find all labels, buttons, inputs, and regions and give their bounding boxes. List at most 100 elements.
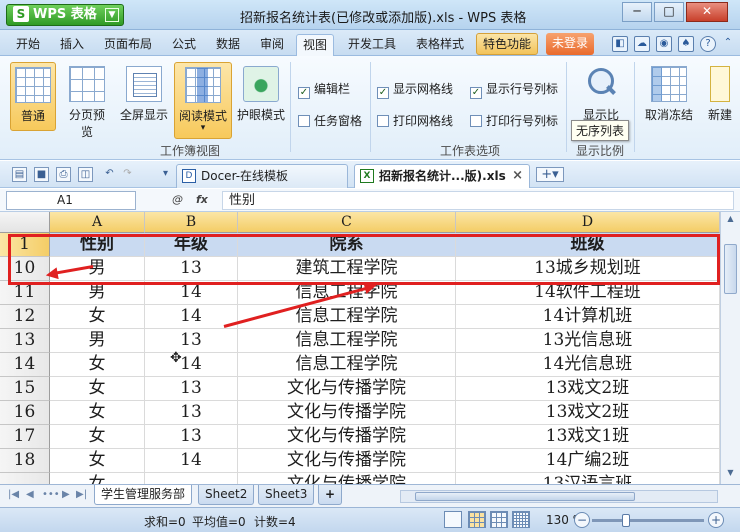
row-header[interactable]: 13 [0,329,50,353]
tab-special-features[interactable]: 特色功能 [476,33,539,55]
column-header-d[interactable]: D [456,212,720,233]
next-sheet-icon[interactable]: ▶ [62,489,70,500]
close-tab-icon[interactable]: × [512,165,523,187]
table-cell[interactable]: 13戏文2班 [456,377,720,401]
table-cell[interactable]: 13 [145,425,238,449]
normal-view-button[interactable]: 普通 [10,62,56,131]
tab-review[interactable]: 审阅 [254,34,290,56]
more-sheets-icon[interactable]: ••• [42,489,60,500]
row-header[interactable]: 16 [0,401,50,425]
vertical-scrollbar[interactable]: ▲ ▼ [720,212,740,484]
row-header[interactable]: 14 [0,353,50,377]
row-header[interactable]: 17 [0,425,50,449]
table-cell[interactable]: 女 [50,449,145,473]
add-sheet-button[interactable]: + [318,485,343,505]
close-button[interactable]: ✕ [686,2,728,22]
table-cell[interactable]: 文化与传播学院 [238,473,456,484]
table-cell[interactable]: 13汉语言班 [456,473,720,484]
table-cell[interactable]: 13 [145,401,238,425]
zoom-in-icon[interactable]: + [708,512,724,528]
sheet-tab-sheet3[interactable]: Sheet3 [258,485,315,505]
help-icon[interactable]: ? [700,36,716,52]
app-menu-button[interactable]: S WPS 表格 ▼ [6,4,124,26]
select-all-corner[interactable] [0,212,50,233]
reading-mode-button[interactable]: 阅读模式 ▾ [174,62,232,139]
function-wizard-icon[interactable]: @ [172,193,183,206]
print-gridlines-checkbox[interactable]: 打印网格线 [377,112,453,129]
page-break-preview-button[interactable]: 分页预览 [60,62,114,146]
row-header[interactable]: 12 [0,305,50,329]
table-cell[interactable]: 女 [50,401,145,425]
table-cell[interactable]: 14广编2班 [456,449,720,473]
layout-icon[interactable] [444,511,462,528]
table-cell[interactable]: 文化与传播学院 [238,449,456,473]
redo-icon[interactable]: ↷ [120,167,135,182]
first-sheet-icon[interactable]: |◀ [8,489,19,500]
eye-protection-button[interactable]: 护眼模式 [232,62,290,129]
column-header-a[interactable]: A [50,212,145,233]
full-screen-button[interactable]: 全屏显示 [116,62,172,129]
table-cell[interactable]: 文化与传播学院 [238,425,456,449]
customize-toolbar-icon[interactable]: ▾ [158,167,173,182]
prev-sheet-icon[interactable]: ◀ [26,489,34,500]
table-cell[interactable]: 女 [50,305,145,329]
cloud-icon[interactable]: ☁ [634,36,650,52]
skin-icon[interactable]: ◧ [612,36,628,52]
zoom-slider-knob[interactable] [622,514,630,527]
table-cell[interactable]: 14 [145,449,238,473]
unfreeze-panes-button[interactable]: 取消冻结 [640,62,698,129]
maximize-button[interactable]: □ [654,2,684,22]
table-cell[interactable]: 女 [50,425,145,449]
print-preview-icon[interactable]: ◫ [78,167,93,182]
sheet-tab-sheet2[interactable]: Sheet2 [198,485,255,505]
column-header-c[interactable]: C [238,212,456,233]
show-gridlines-checkbox[interactable]: ✓ 显示网格线 [377,80,453,99]
zoom-slider[interactable] [592,514,704,527]
row-header[interactable]: 18 [0,449,50,473]
table-cell[interactable]: 文化与传播学院 [238,377,456,401]
open-folder-icon[interactable]: ▤ [12,167,27,182]
show-row-col-checkbox[interactable]: ✓ 显示行号列标 [470,80,558,99]
print-row-col-checkbox[interactable]: 打印行号列标 [470,112,558,129]
minimize-button[interactable]: ─ [622,2,652,22]
table-cell[interactable] [145,473,238,484]
table-cell[interactable]: 14计算机班 [456,305,720,329]
tab-page-layout[interactable]: 页面布局 [98,34,158,56]
table-cell[interactable]: 13戏文2班 [456,401,720,425]
formula-input[interactable]: 性别 [222,191,734,210]
scroll-up-icon[interactable]: ▲ [724,214,737,228]
table-cell[interactable]: 13戏文1班 [456,425,720,449]
column-header-b[interactable]: B [145,212,238,233]
horizontal-scrollbar[interactable] [400,490,718,503]
scroll-down-icon[interactable]: ▼ [724,468,737,482]
table-cell[interactable]: 13光信息班 [456,329,720,353]
table-cell[interactable]: 男 [50,329,145,353]
table-cell[interactable]: 女 [50,473,145,484]
new-window-button[interactable]: 新建 [700,62,740,129]
table-cell[interactable]: 14 [145,353,238,377]
shirt-icon[interactable]: ♠ [678,36,694,52]
sheet-tab-student-services[interactable]: 学生管理服务部 [94,485,193,505]
reading-view-status-icon[interactable] [512,511,530,528]
tab-insert[interactable]: 插入 [54,34,90,56]
tab-workbook[interactable]: X 招新报名统计...版).xls × [354,164,530,188]
ribbon-collapse-icon[interactable]: ⌃ [720,36,736,52]
table-cell[interactable]: 信息工程学院 [238,305,456,329]
palette-icon[interactable]: ◉ [656,36,672,52]
table-cell[interactable]: 女 [50,377,145,401]
normal-view-status-icon[interactable] [468,511,486,528]
save-icon[interactable]: ■ [34,167,49,182]
tab-view[interactable]: 视图 [296,34,335,56]
scroll-thumb[interactable] [415,492,635,501]
tab-data[interactable]: 数据 [210,34,246,56]
new-tab-button[interactable]: +▾ [536,167,564,182]
edit-bar-checkbox[interactable]: ✓ 编辑栏 [298,80,350,99]
print-icon[interactable]: ⎙ [56,167,71,182]
scroll-thumb[interactable] [724,244,737,294]
tab-table-style[interactable]: 表格样式 [410,34,470,56]
login-button[interactable]: 未登录 [546,33,595,55]
tab-docer-templates[interactable]: D Docer-在线模板 [176,164,348,188]
fx-icon[interactable]: fx [196,193,208,206]
table-cell[interactable]: 13 [145,329,238,353]
row-header[interactable] [0,473,50,484]
